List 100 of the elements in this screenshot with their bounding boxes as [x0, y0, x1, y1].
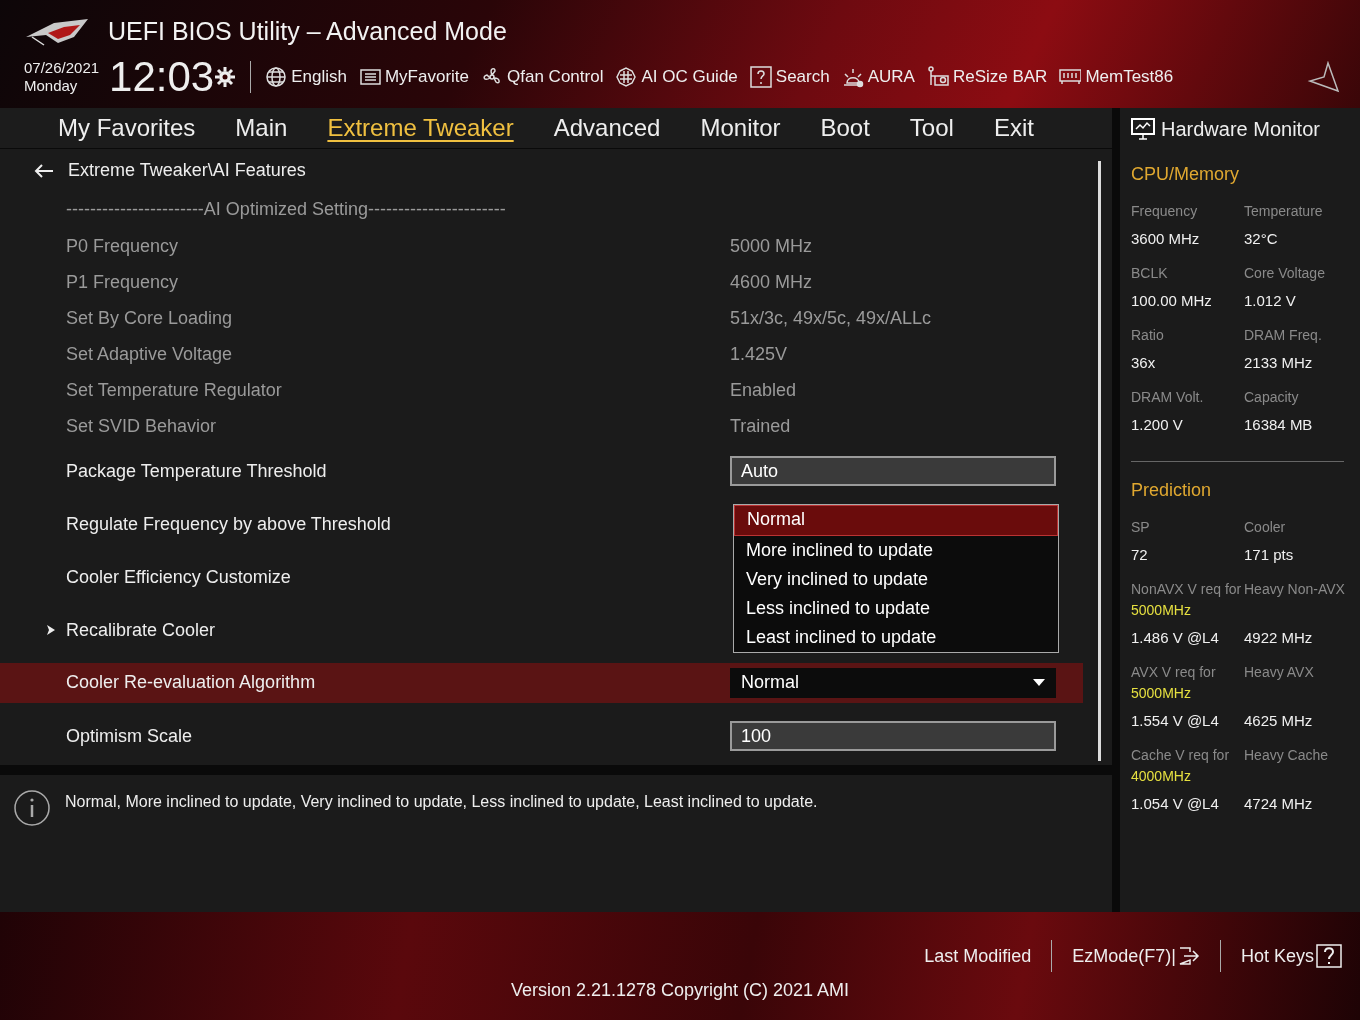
- dropdown-option[interactable]: Very inclined to update: [734, 564, 1058, 594]
- setting-value: Trained: [730, 416, 791, 437]
- section-heading: -----------------------AI Optimized Setting-----------------------: [66, 199, 506, 221]
- footer-button[interactable]: Hot Keys: [1240, 944, 1342, 968]
- stat-value: 171 pts: [1244, 546, 1295, 563]
- dropdown-option[interactable]: Less inclined to update: [734, 593, 1058, 623]
- stat-label: DRAM Freq.: [1244, 326, 1323, 345]
- footer-button[interactable]: EzMode(F7)|: [1072, 945, 1200, 967]
- window-title: UEFI BIOS Utility – Advanced Mode: [108, 16, 507, 46]
- toolbar-button[interactable]: Qfan Control: [481, 66, 604, 88]
- setting-label: Package Temperature Threshold: [66, 460, 327, 482]
- menu-tab[interactable]: Tool: [889, 108, 974, 148]
- stat-value: 100.00 MHz: [1131, 292, 1213, 309]
- setting-label: P1 Frequency: [66, 272, 179, 294]
- stat-value: 1.012 V: [1244, 292, 1297, 309]
- stat-label: Ratio: [1131, 326, 1165, 345]
- clock-time: 12:03: [109, 55, 215, 99]
- stat-value: 1.554 V @L4: [1131, 712, 1220, 729]
- stat-label: Capacity: [1244, 388, 1300, 407]
- pointer-icon[interactable]: [1306, 61, 1340, 93]
- breadcrumb: Extreme Tweaker\AI Features: [68, 160, 306, 182]
- setting-label: Set By Core Loading: [66, 308, 233, 330]
- weekday-text: Monday: [24, 77, 79, 95]
- stat-label: Core Voltage: [1244, 264, 1326, 283]
- setting-label[interactable]: Recalibrate Cooler: [66, 619, 216, 641]
- input-field[interactable]: 100: [730, 721, 1056, 752]
- stat-label: Heavy Non-AVX: [1244, 580, 1346, 599]
- menu-tab[interactable]: Exit: [973, 108, 1054, 148]
- lamp-icon: [841, 66, 864, 88]
- stat-value: 2133 MHz: [1244, 354, 1314, 371]
- help-icon: [1316, 944, 1342, 968]
- stat-value: 1.054 V @L4: [1131, 795, 1220, 812]
- setting-label: P0 Frequency: [66, 236, 179, 258]
- toolbar-button[interactable]: Search: [749, 66, 830, 88]
- setting-value: 5000 MHz: [730, 236, 813, 257]
- menu-tab[interactable]: My Favorites: [38, 108, 216, 148]
- stat-value: 36x: [1131, 354, 1157, 371]
- setting-label: Cooler Efficiency Customize: [66, 566, 291, 588]
- dropdown-option[interactable]: Least inclined to update: [734, 622, 1058, 652]
- exit-icon: [1177, 946, 1200, 966]
- toolbar-button[interactable]: English: [265, 66, 347, 88]
- stat-value: 4625 MHz: [1244, 712, 1314, 729]
- menu-tab[interactable]: Extreme Tweaker: [307, 108, 534, 148]
- stat-label: DRAM Volt.: [1131, 388, 1205, 407]
- stat-value: 4724 MHz: [1244, 795, 1314, 812]
- toolbar-button[interactable]: AURA: [841, 66, 915, 88]
- menu-tab[interactable]: Boot: [800, 108, 890, 148]
- back-arrow-icon[interactable]: [34, 162, 54, 179]
- setting-label: Regulate Frequency by above Threshold: [66, 513, 391, 535]
- setting-label: Optimism Scale: [66, 725, 193, 747]
- toolbar-button[interactable]: AI OC Guide: [615, 66, 738, 88]
- chip-icon: [615, 66, 638, 88]
- help-box-icon: [749, 66, 772, 88]
- stat-value: 16384 MB: [1244, 416, 1314, 433]
- setting-value: Enabled: [730, 380, 797, 401]
- scrollbar[interactable]: [1098, 160, 1101, 761]
- help-text: Normal, More inclined to update, Very inclined to update, Less inclined to update, Least inclined to update.: [65, 793, 818, 812]
- footer-button[interactable]: Last Modified: [924, 945, 1032, 967]
- stat-value: 3600 MHz: [1131, 230, 1201, 247]
- stat-value: 1.486 V @L4: [1131, 629, 1220, 646]
- setting-value: 4600 MHz: [730, 272, 813, 293]
- menu-tab[interactable]: Advanced: [533, 108, 681, 148]
- stat-value: 1.200 V: [1131, 416, 1184, 433]
- stat-label: AVX V req for 5000MHz: [1131, 663, 1217, 703]
- toolbar-button[interactable]: MemTest86: [1059, 66, 1174, 88]
- monitor-icon: [1131, 117, 1155, 141]
- section-title: CPU/Memory: [1131, 164, 1240, 185]
- stat-label: Heavy Cache: [1244, 746, 1330, 765]
- setting-value: 1.425V: [730, 344, 788, 365]
- date-text: 07/26/2021: [24, 59, 100, 77]
- input-field[interactable]: Auto: [730, 456, 1056, 487]
- stat-label: NonAVX V req for 5000MHz: [1131, 580, 1243, 620]
- menu-tab[interactable]: Monitor: [680, 108, 801, 148]
- list-icon: [358, 66, 381, 88]
- setting-label: Cooler Re-evaluation Algorithm: [66, 672, 316, 694]
- stat-label: SP: [1131, 518, 1151, 537]
- chevron-icon[interactable]: [46, 624, 56, 637]
- stat-value: 32°C: [1244, 230, 1279, 247]
- dropdown-option[interactable]: Normal: [734, 504, 1058, 536]
- toolbar-button[interactable]: ReSize BAR: [926, 66, 1048, 88]
- stat-value: 72: [1131, 546, 1149, 563]
- toolbar-button[interactable]: MyFavorite: [358, 66, 470, 88]
- setting-label: Set Temperature Regulator: [66, 380, 282, 402]
- setting-value: 51x/3c, 49x/5c, 49x/ALLc: [730, 308, 932, 329]
- stat-label: Temperature: [1244, 202, 1324, 221]
- panel-title: Hardware Monitor: [1161, 117, 1320, 141]
- version-text: Version 2.21.1278 Copyright (C) 2021 AMI: [510, 980, 850, 1001]
- dropdown[interactable]: Normal: [730, 667, 1056, 698]
- caret-icon: [1033, 679, 1045, 687]
- menu-tab[interactable]: Main: [215, 108, 308, 148]
- graphics-card-icon: [926, 66, 949, 88]
- dropdown-option[interactable]: More inclined to update: [734, 535, 1058, 565]
- info-icon: [13, 789, 51, 828]
- settings-icon[interactable]: [214, 66, 237, 88]
- setting-label: Set Adaptive Voltage: [66, 344, 233, 366]
- stat-value: 4922 MHz: [1244, 629, 1314, 646]
- stat-label: Cooler: [1244, 518, 1287, 537]
- setting-label: Set SVID Behavior: [66, 416, 217, 438]
- globe-icon: [265, 66, 288, 88]
- stat-label: Frequency: [1131, 202, 1199, 221]
